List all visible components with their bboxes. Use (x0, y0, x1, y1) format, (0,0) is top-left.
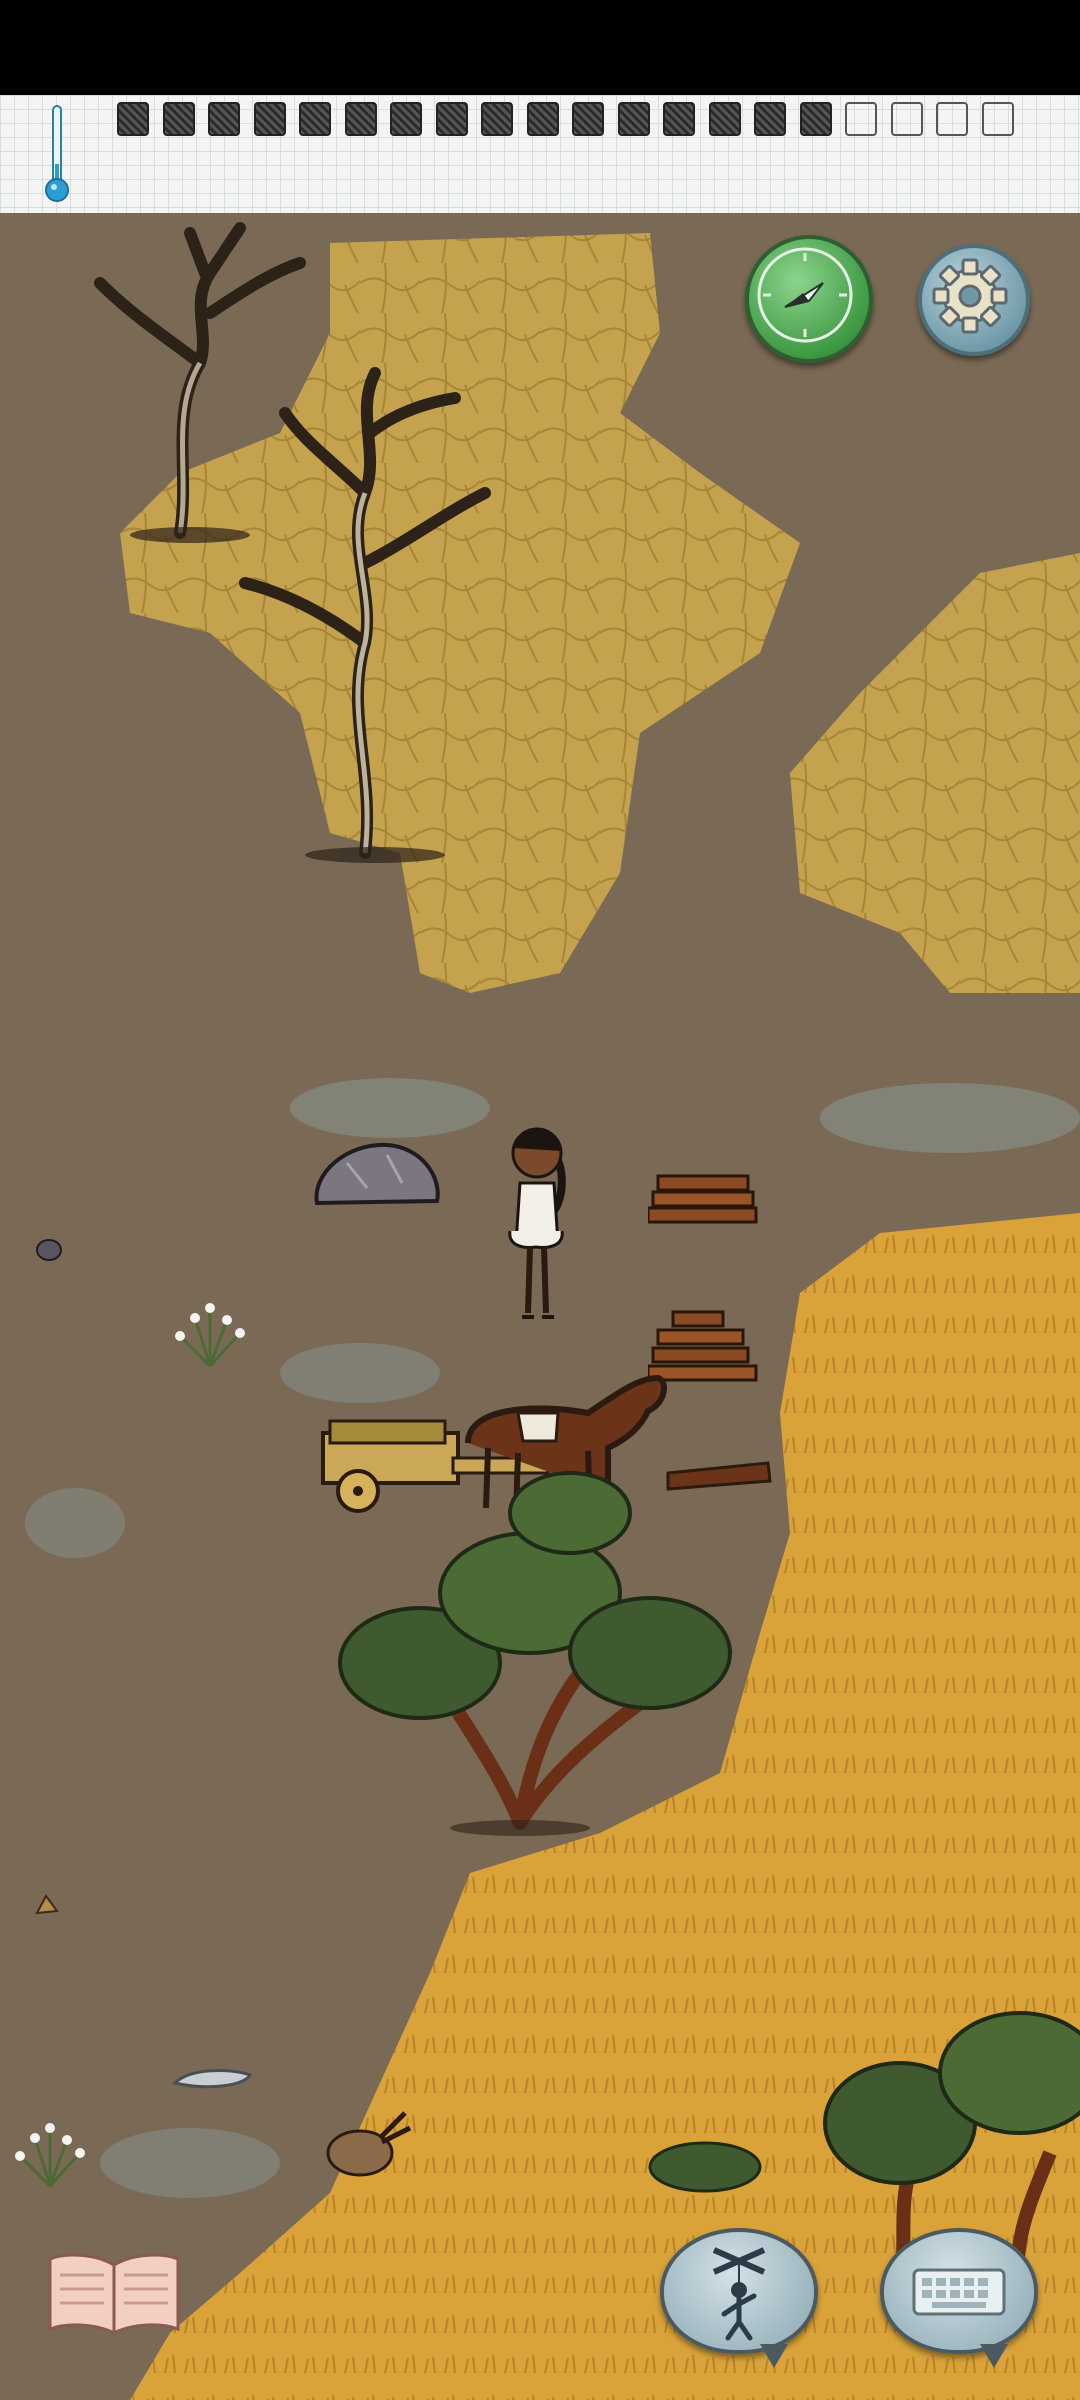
food-pip (982, 102, 1014, 136)
wildflower-plant[interactable] (165, 1298, 255, 1368)
flint-chip[interactable] (34, 1893, 60, 1917)
juniper-tree[interactable] (320, 1443, 740, 1843)
wooden-boards[interactable] (648, 1168, 758, 1228)
emote-puppet-button[interactable] (660, 2228, 818, 2368)
bare-tree-2[interactable] (215, 343, 515, 863)
food-pip (936, 102, 968, 136)
grey-boulder[interactable] (307, 1133, 447, 1213)
compass-button[interactable] (745, 235, 873, 363)
food-pip (254, 102, 286, 136)
gear-icon (932, 258, 1008, 334)
thermometer-icon (45, 105, 69, 202)
chat-keyboard-button[interactable] (880, 2228, 1038, 2368)
food-pip (345, 102, 377, 136)
status-bar (0, 0, 1080, 95)
puppet-icon (712, 2247, 766, 2341)
food-pip (163, 102, 195, 136)
wildflower-plant[interactable] (5, 2118, 95, 2188)
food-pip (527, 102, 559, 136)
food-pip (618, 102, 650, 136)
food-pip (299, 102, 331, 136)
open-book-icon (48, 2253, 180, 2336)
journal-button[interactable] (44, 2245, 184, 2340)
food-pip (891, 102, 923, 136)
rabbit[interactable] (310, 2098, 420, 2188)
keyboard-icon (912, 2268, 1006, 2316)
food-pip (117, 102, 149, 136)
bone-fragment[interactable] (170, 2063, 256, 2093)
food-pip (845, 102, 877, 136)
food-pip (754, 102, 786, 136)
green-bush[interactable] (645, 2133, 765, 2193)
food-pip (481, 102, 513, 136)
food-pip (390, 102, 422, 136)
food-pip (663, 102, 695, 136)
player-character[interactable] (492, 1113, 582, 1333)
food-pip (800, 102, 832, 136)
food-pip (709, 102, 741, 136)
food-pip (572, 102, 604, 136)
small-stone[interactable] (34, 1237, 64, 1263)
food-bar (117, 102, 1027, 136)
food-pip (436, 102, 468, 136)
settings-button[interactable] (918, 244, 1030, 356)
game-map[interactable] (0, 213, 1080, 2400)
compass-icon (757, 247, 853, 343)
food-pip (208, 102, 240, 136)
